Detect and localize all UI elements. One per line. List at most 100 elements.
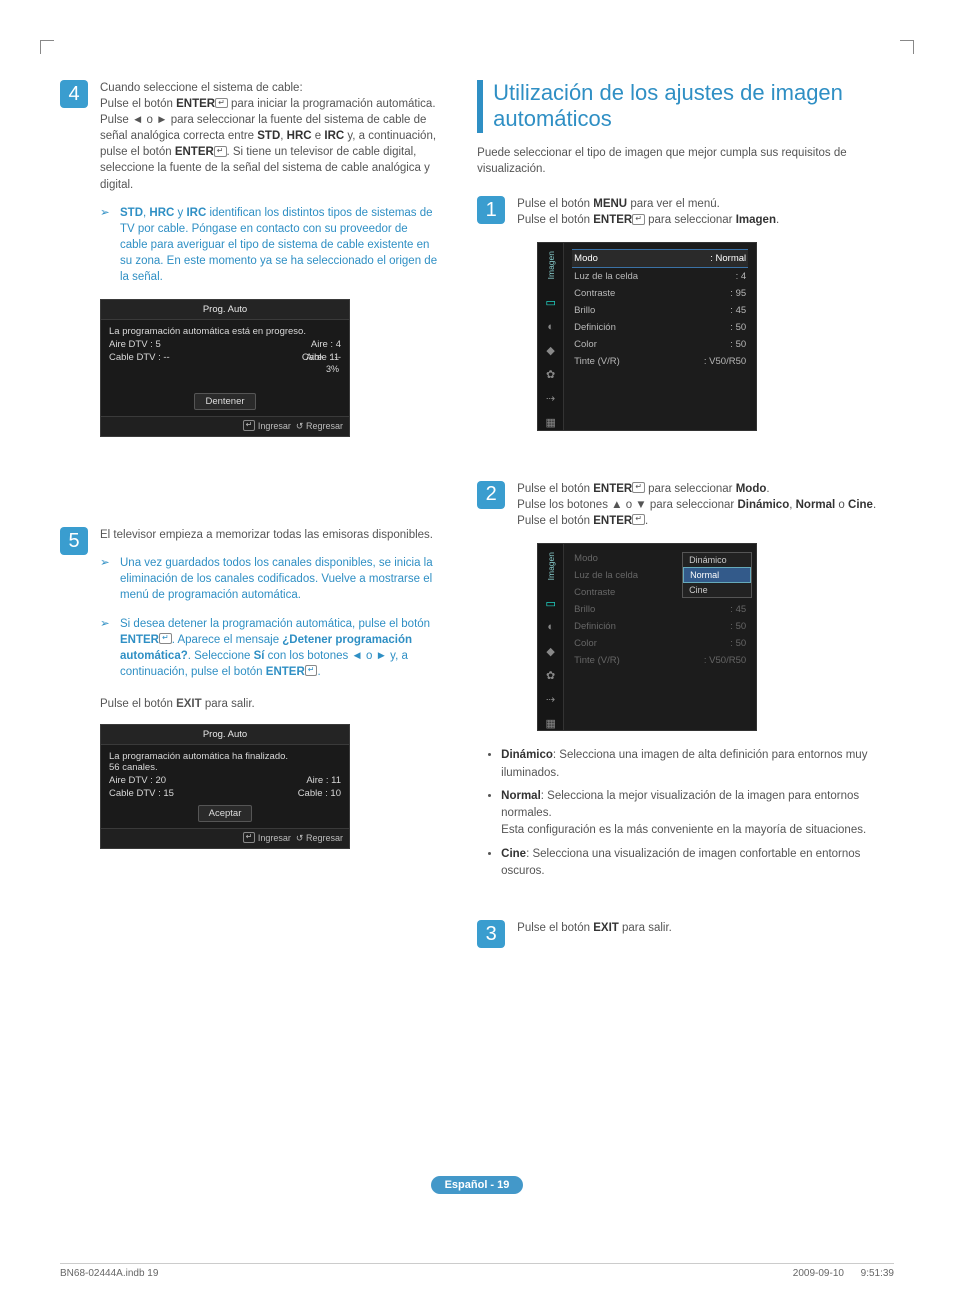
dd-cine[interactable]: Cine	[683, 583, 751, 597]
m1-r4v: : 45	[730, 305, 746, 316]
prog-auto-panel-progress: Prog. Auto La programación automática es…	[100, 299, 350, 437]
r1-l2b: ENTER	[593, 214, 632, 226]
footer: BN68-02444A.indb 19 2009-09-10 9:51:39	[60, 1263, 894, 1279]
m1-r7k: Tinte (V/R)	[574, 356, 620, 367]
p1-subv2: 3%	[326, 364, 339, 374]
r1-l1c: para ver el menú.	[627, 198, 720, 210]
panel1-title: Prog. Auto	[101, 300, 349, 320]
s5-n2c: . Aparece el mensaje	[172, 634, 283, 646]
p1-f-enter: Ingresar	[258, 421, 291, 431]
p1-r1r: Aire : 4	[311, 339, 341, 350]
menu2-row-color[interactable]: Color : 50	[572, 635, 748, 652]
b2c: Esta configuración es la más conveniente…	[501, 824, 866, 836]
s4-n1d: y	[174, 207, 186, 219]
p2-r1l: Aire DTV : 20	[109, 775, 166, 786]
step-number-2: 2	[477, 481, 505, 509]
s4-l2c: para iniciar la programación automática.	[228, 98, 436, 110]
enter-icon: ↵	[632, 514, 645, 525]
menu2-row-modo[interactable]: Modo : Dinámico Normal Cine	[572, 550, 748, 567]
s4-n1a: STD	[120, 207, 143, 219]
panel1-stop-button[interactable]: Dentener	[194, 393, 255, 410]
p1-sublabel: Aire	[306, 352, 322, 362]
menu1-row-tint[interactable]: Tinte (V/R) : V50/R50	[572, 353, 748, 370]
panel2-ok-button[interactable]: Aceptar	[198, 805, 253, 822]
m2-r6k: Color	[574, 638, 597, 649]
b1b: : Selecciona una imagen de alta definici…	[501, 749, 867, 778]
p2-r2r: Cable : 10	[298, 788, 341, 799]
p2-r2l: Cable DTV : 15	[109, 788, 174, 799]
r1-l2c: para seleccionar	[645, 214, 736, 226]
r1-text: Pulse el botón MENU para ver el menú. Pu…	[517, 196, 894, 228]
sound-icon: ◐	[544, 620, 558, 634]
channel-icon: ◆	[544, 344, 558, 358]
m1-r7v: : V50/R50	[704, 356, 746, 367]
r2-l1a: Pulse el botón	[517, 483, 593, 495]
r2-l1e: .	[766, 483, 769, 495]
step5-note2: Si desea detener la programación automát…	[100, 616, 437, 680]
r2-l1d: Modo	[736, 483, 767, 495]
m1-r6v: : 50	[730, 339, 746, 350]
r-step-3: 3 Pulse el botón EXIT para salir.	[477, 920, 894, 936]
page-badge-wrap: Español - 19	[60, 1176, 894, 1194]
bullet-cine: Cine: Selecciona una visualización de im…	[501, 846, 894, 881]
m2-r3k: Contraste	[574, 587, 615, 598]
mode-bullets: Dinámico: Selecciona una imagen de alta …	[491, 747, 894, 880]
m1-r2v: : 4	[736, 271, 747, 282]
m2-r5k: Definición	[574, 621, 616, 632]
m2-r1k: Modo	[574, 553, 598, 564]
s4-l3d: HRC	[287, 130, 312, 142]
menu2-row-def[interactable]: Definición : 50	[572, 618, 748, 635]
app-icon: ▦	[544, 416, 558, 430]
panel1-footer: ↵ Ingresar ↺ Regresar	[101, 416, 349, 436]
r1-l2a: Pulse el botón	[517, 214, 593, 226]
input-icon: ⇢	[544, 392, 558, 406]
page-badge: Español - 19	[431, 1176, 524, 1194]
app-icon: ▦	[544, 716, 558, 730]
r3-l1c: para salir.	[619, 922, 672, 934]
menu1-row-contraste[interactable]: Contraste: 95	[572, 285, 748, 302]
menu1-row-def[interactable]: Definición: 50	[572, 319, 748, 336]
picture-icon: ▭	[544, 596, 558, 610]
panel2-title: Prog. Auto	[101, 725, 349, 745]
bullet-dinamico: Dinámico: Selecciona una imagen de alta …	[501, 747, 894, 782]
picture-icon: ▭	[544, 296, 558, 310]
m1-r2k: Luz de la celda	[574, 271, 638, 282]
exit-c: para salir.	[202, 698, 255, 710]
m2-r5v: : 50	[730, 621, 746, 632]
step-number-5: 5	[60, 527, 88, 555]
step-number-4: 4	[60, 80, 88, 108]
r2-l2b: Dinámico	[737, 499, 789, 511]
menu1-row-color[interactable]: Color: 50	[572, 336, 748, 353]
tv-main: Modo: Normal Luz de la celda : 4 Contrast…	[564, 243, 756, 429]
r2-l2e: o	[835, 499, 848, 511]
panel2-body: La programación automática ha finalizado…	[101, 745, 349, 828]
b2a: Normal	[501, 790, 541, 802]
menu2-row-brillo[interactable]: Brillo: 45	[572, 601, 748, 618]
s4-l2b: ENTER	[176, 98, 215, 110]
m1-r5v: : 50	[730, 322, 746, 333]
page: 4 Cuando seleccione el sistema de cable:…	[0, 0, 954, 1315]
m2-r7v: : V50/R50	[704, 655, 746, 666]
menu1-row-brillo[interactable]: Brillo : 45	[572, 302, 748, 319]
menu2-row-tint[interactable]: Tinte (V/R): V50/R50	[572, 652, 748, 669]
menu1-row-modo[interactable]: Modo: Normal	[572, 249, 748, 268]
s4-l2a: Pulse el botón	[100, 98, 176, 110]
enter-icon: ↵	[243, 420, 256, 431]
setup-icon: ✿	[544, 668, 558, 682]
s5-n2a: Si desea detener la programación automát…	[120, 618, 430, 630]
enter-icon: ↵	[243, 832, 256, 843]
menu1-row-luz[interactable]: Luz de la celda : 4	[572, 268, 748, 285]
dd-dinamico[interactable]: Dinámico	[683, 553, 751, 567]
m2-r6v: : 50	[730, 638, 746, 649]
p1-r1l: Aire DTV : 5	[109, 339, 161, 350]
tv-side-label-2: Imagen	[546, 552, 556, 580]
r2-l2g: .	[873, 499, 876, 511]
r3-l1b: EXIT	[593, 922, 619, 934]
tv-sidebar: Imagen ▭ ◐ ◆ ✿ ⇢ ▦	[538, 243, 564, 429]
r2-l2d: Normal	[796, 499, 836, 511]
dd-normal[interactable]: Normal	[683, 567, 751, 583]
return-icon: ↺	[296, 421, 304, 431]
m1-r4k: Brillo	[574, 305, 595, 316]
exit-b: EXIT	[176, 698, 202, 710]
footer-right: 2009-09-10 9:51:39	[793, 1268, 894, 1279]
